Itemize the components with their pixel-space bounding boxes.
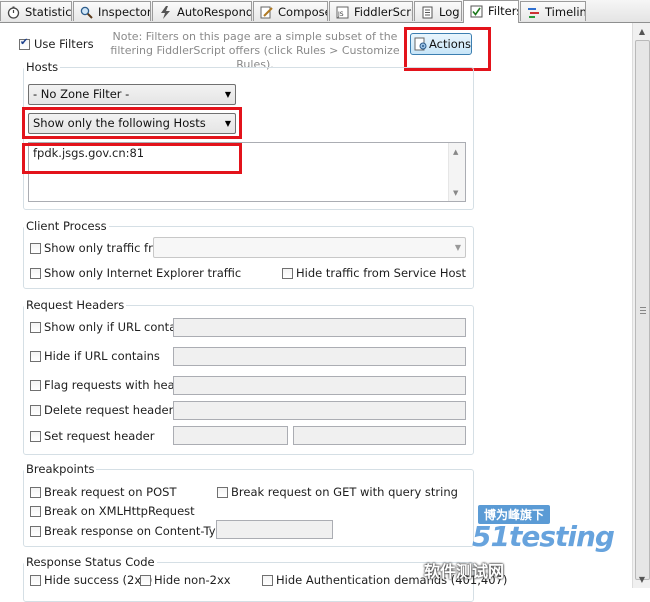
hosts-textarea[interactable]: fpdk.jsgs.gov.cn:81 ▲ ▼ — [28, 142, 466, 202]
scroll-thumb[interactable] — [635, 40, 650, 580]
vertical-scrollbar[interactable]: ▲ ▼ — [632, 23, 650, 588]
tab-label: Composer — [278, 5, 327, 19]
hide-non2xx-checkbox[interactable] — [140, 575, 151, 586]
tab-label: Timeline — [545, 5, 585, 19]
hide-service-host-label: Hide traffic from Service Host — [296, 266, 467, 280]
scroll-down-icon[interactable]: ▼ — [633, 571, 650, 588]
dropdown-arrow-icon: ▼ — [224, 90, 231, 99]
watermark-tag: 博为峰旗下 — [478, 505, 551, 524]
dropdown-arrow-icon: ▼ — [224, 119, 231, 128]
zone-filter-dropdown[interactable]: - No Zone Filter - ▼ — [28, 84, 236, 105]
set-header-name-input[interactable] — [173, 426, 288, 445]
response-status-title: Response Status Code — [24, 555, 157, 569]
tab-label: Statistics — [25, 5, 72, 19]
hide-non2xx-label: Hide non-2xx — [154, 573, 231, 587]
set-header-value-input[interactable] — [293, 426, 466, 445]
svg-text:JS: JS — [337, 11, 344, 18]
tab-label: Filters — [488, 4, 518, 18]
show-only-url-input[interactable] — [173, 318, 466, 337]
hosts-list-text: fpdk.jsgs.gov.cn:81 — [33, 146, 145, 160]
hosts-list-scrollbar[interactable]: ▲ ▼ — [448, 143, 465, 201]
log-icon — [420, 5, 434, 19]
filters-note: Note: Filters on this page are a simple … — [110, 30, 400, 71]
tab-label: AutoResponder — [177, 5, 252, 19]
show-only-ie-checkbox[interactable] — [30, 268, 41, 279]
host-filter-dropdown[interactable]: Show only the following Hosts ▼ — [28, 113, 236, 134]
tab-label: Inspectors — [98, 5, 150, 19]
use-filters-label: Use Filters — [34, 37, 94, 51]
stopwatch-icon — [6, 5, 20, 19]
break-content-type-input[interactable] — [216, 520, 333, 539]
tab-label: Log — [439, 5, 460, 19]
break-get-checkbox[interactable] — [217, 487, 228, 498]
delete-headers-input[interactable] — [173, 401, 466, 420]
hide-url-checkbox[interactable] — [30, 351, 41, 362]
tab-autoresponder[interactable]: AutoResponder — [152, 1, 252, 21]
delete-headers-label: Delete request headers — [44, 403, 180, 417]
show-only-traffic-from-label: Show only traffic from — [44, 241, 171, 255]
tab-log[interactable]: Log — [414, 1, 462, 21]
hide-success-checkbox[interactable] — [30, 575, 41, 586]
lightning-icon — [158, 5, 172, 19]
break-xml-label: Break on XMLHttpRequest — [44, 504, 195, 518]
delete-headers-checkbox[interactable] — [30, 405, 41, 416]
script-icon: JS — [335, 5, 349, 19]
show-only-url-label: Show only if URL contains — [44, 320, 193, 334]
hide-auth-checkbox[interactable] — [262, 575, 273, 586]
scroll-down-icon[interactable]: ▼ — [453, 189, 458, 197]
actions-button[interactable]: Actions — [410, 33, 472, 55]
request-headers-title: Request Headers — [24, 298, 127, 312]
process-dropdown[interactable]: ▼ — [153, 237, 466, 258]
break-response-label: Break response on Content-Type — [44, 524, 230, 538]
use-filters-checkbox[interactable] — [19, 37, 30, 50]
flag-requests-input[interactable] — [173, 376, 466, 395]
watermark-brand: 51testing — [472, 520, 615, 553]
magnifier-icon — [79, 5, 93, 19]
flag-requests-checkbox[interactable] — [30, 380, 41, 391]
tab-bar: Statistics Inspectors AutoResponder Comp… — [0, 0, 650, 23]
checkbox-icon — [469, 4, 483, 18]
break-post-label: Break request on POST — [44, 485, 177, 499]
break-get-label: Break request on GET with query string — [231, 485, 458, 499]
hide-auth-label: Hide Authentication demands (401,407) — [276, 573, 508, 587]
tab-fiddlerscript[interactable]: JS FiddlerScript — [329, 1, 413, 21]
breakpoints-title: Breakpoints — [24, 462, 97, 476]
hide-url-input[interactable] — [173, 347, 466, 366]
break-response-checkbox[interactable] — [30, 526, 41, 537]
break-post-checkbox[interactable] — [30, 487, 41, 498]
tab-label: FiddlerScript — [354, 5, 412, 19]
tab-composer[interactable]: Composer — [253, 1, 328, 21]
host-filter-value: Show only the following Hosts — [33, 116, 206, 130]
scroll-up-icon[interactable]: ▲ — [453, 148, 458, 156]
set-header-label: Set request header — [44, 429, 155, 443]
tab-statistics[interactable]: Statistics — [0, 1, 72, 21]
tab-filters[interactable]: Filters — [463, 0, 519, 23]
break-xml-checkbox[interactable] — [30, 506, 41, 517]
actions-label: Actions — [429, 37, 472, 51]
pencil-icon — [259, 5, 273, 19]
hide-success-label: Hide success (2xx) — [44, 573, 153, 587]
zone-filter-value: - No Zone Filter - — [33, 87, 130, 101]
hide-service-host-checkbox[interactable] — [282, 268, 293, 279]
show-only-url-checkbox[interactable] — [30, 322, 41, 333]
dropdown-arrow-icon: ▼ — [454, 243, 461, 252]
hide-url-label: Hide if URL contains — [44, 349, 160, 363]
scroll-up-icon[interactable]: ▲ — [633, 23, 650, 40]
show-only-traffic-from-checkbox[interactable] — [30, 243, 41, 254]
gear-document-icon — [414, 37, 428, 57]
set-header-checkbox[interactable] — [30, 431, 41, 442]
timeline-icon — [526, 5, 540, 19]
tab-timeline[interactable]: Timeline — [520, 1, 586, 21]
show-only-ie-label: Show only Internet Explorer traffic — [44, 266, 242, 280]
grip-icon — [640, 307, 646, 315]
tab-inspectors[interactable]: Inspectors — [73, 1, 151, 21]
hosts-title: Hosts — [24, 60, 61, 74]
client-process-title: Client Process — [24, 219, 109, 233]
